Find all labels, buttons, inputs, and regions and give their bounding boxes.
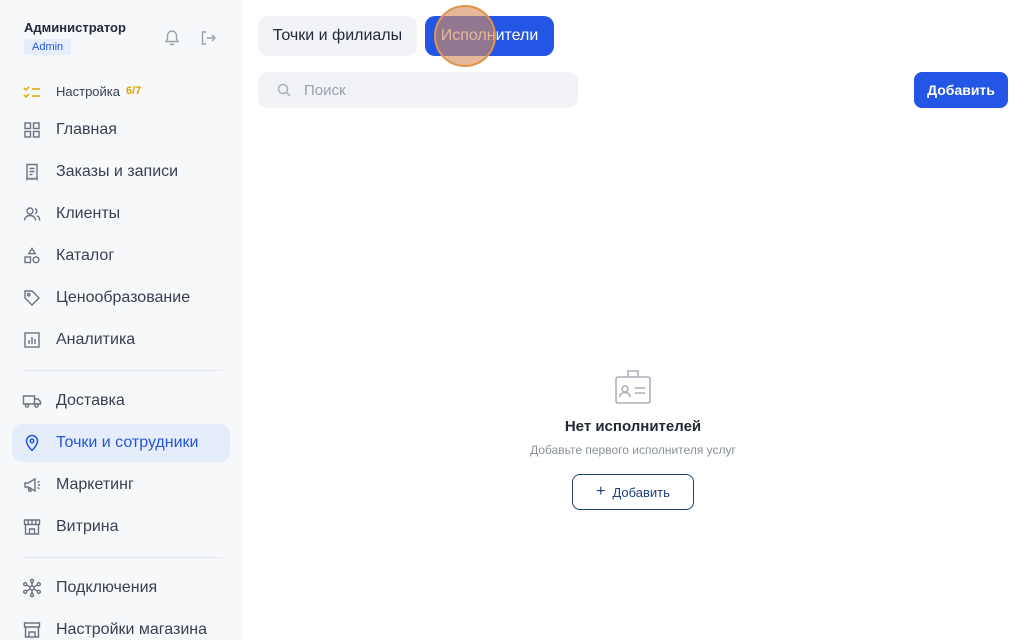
tab-branches[interactable]: Точки и филиалы	[258, 16, 417, 56]
id-badge-icon	[613, 368, 653, 406]
setup-progress-count: 6/7	[126, 85, 142, 97]
tag-icon	[22, 288, 42, 308]
search-box[interactable]	[258, 72, 578, 108]
sidebar-item-label: Клиенты	[56, 205, 121, 222]
user-name: Администратор	[24, 20, 126, 35]
sidebar-item-label: Ценообразование	[56, 289, 191, 306]
add-button[interactable]: Добавить	[914, 72, 1008, 108]
empty-state-subtitle: Добавьте первого исполнителя услуг	[530, 443, 736, 457]
search-input[interactable]	[304, 81, 554, 99]
sidebar-item-setup[interactable]: Настройка 6/7	[12, 79, 230, 103]
plus-icon: +	[596, 483, 606, 500]
sidebar-item-analytics[interactable]: Аналитика	[12, 321, 230, 359]
sidebar-item-orders[interactable]: Заказы и записи	[12, 153, 230, 191]
sidebar-item-label: Настройки магазина	[56, 621, 208, 638]
sidebar-item-label: Доставка	[56, 392, 125, 409]
empty-state-title: Нет исполнителей	[564, 418, 702, 435]
sidebar-item-locations[interactable]: Точки и сотрудники	[12, 424, 230, 462]
truck-icon	[22, 391, 42, 411]
sidebar-item-label: Настройка	[56, 83, 120, 99]
sidebar-item-label: Заказы и записи	[56, 163, 179, 180]
grid-icon	[22, 120, 42, 140]
shapes-icon	[22, 246, 42, 266]
location-pin-icon	[22, 433, 42, 453]
sidebar-item-catalog[interactable]: Каталог	[12, 237, 230, 275]
sidebar-item-label: Маркетинг	[56, 476, 134, 493]
sidebar-item-shop-settings[interactable]: Настройки магазина	[12, 611, 230, 640]
app: Администратор Admin Настройка 6/7 Главна…	[0, 0, 1024, 640]
sidebar-item-label: Аналитика	[56, 331, 136, 348]
sidebar-item-clients[interactable]: Клиенты	[12, 195, 230, 233]
sidebar-divider	[22, 557, 222, 558]
sidebar-item-pricing[interactable]: Ценообразование	[12, 279, 230, 317]
sidebar-item-delivery[interactable]: Доставка	[12, 382, 230, 420]
sidebar-item-marketing[interactable]: Маркетинг	[12, 466, 230, 504]
sidebar-item-label: Витрина	[56, 518, 119, 535]
tab-performers[interactable]: Исполнители	[425, 16, 554, 56]
role-badge: Admin	[24, 39, 72, 55]
sidebar-divider	[22, 370, 222, 371]
add-performer-label: Добавить	[612, 484, 670, 500]
network-icon	[22, 578, 42, 598]
sidebar-item-integrations[interactable]: Подключения	[12, 569, 230, 607]
receipt-icon	[22, 162, 42, 182]
search-icon	[276, 82, 292, 98]
logout-icon[interactable]	[198, 28, 218, 48]
chart-icon	[22, 330, 42, 350]
users-icon	[22, 204, 42, 224]
sidebar-item-label: Каталог	[56, 247, 115, 264]
add-performer-button[interactable]: + Добавить	[572, 474, 694, 510]
megaphone-icon	[22, 475, 42, 495]
checklist-icon	[22, 83, 42, 99]
sidebar-item-label: Подключения	[56, 579, 158, 596]
sidebar-item-storefront[interactable]: Витрина	[12, 508, 230, 546]
sidebar-item-label: Главная	[56, 121, 117, 138]
storefront-icon	[22, 517, 42, 537]
user-block: Администратор Admin	[24, 20, 126, 55]
sidebar-item-label: Точки и сотрудники	[56, 434, 199, 451]
shop-settings-icon	[22, 620, 42, 640]
sidebar: Администратор Admin Настройка 6/7 Главна…	[0, 0, 242, 640]
bell-icon[interactable]	[162, 28, 182, 48]
sidebar-item-home[interactable]: Главная	[12, 111, 230, 149]
